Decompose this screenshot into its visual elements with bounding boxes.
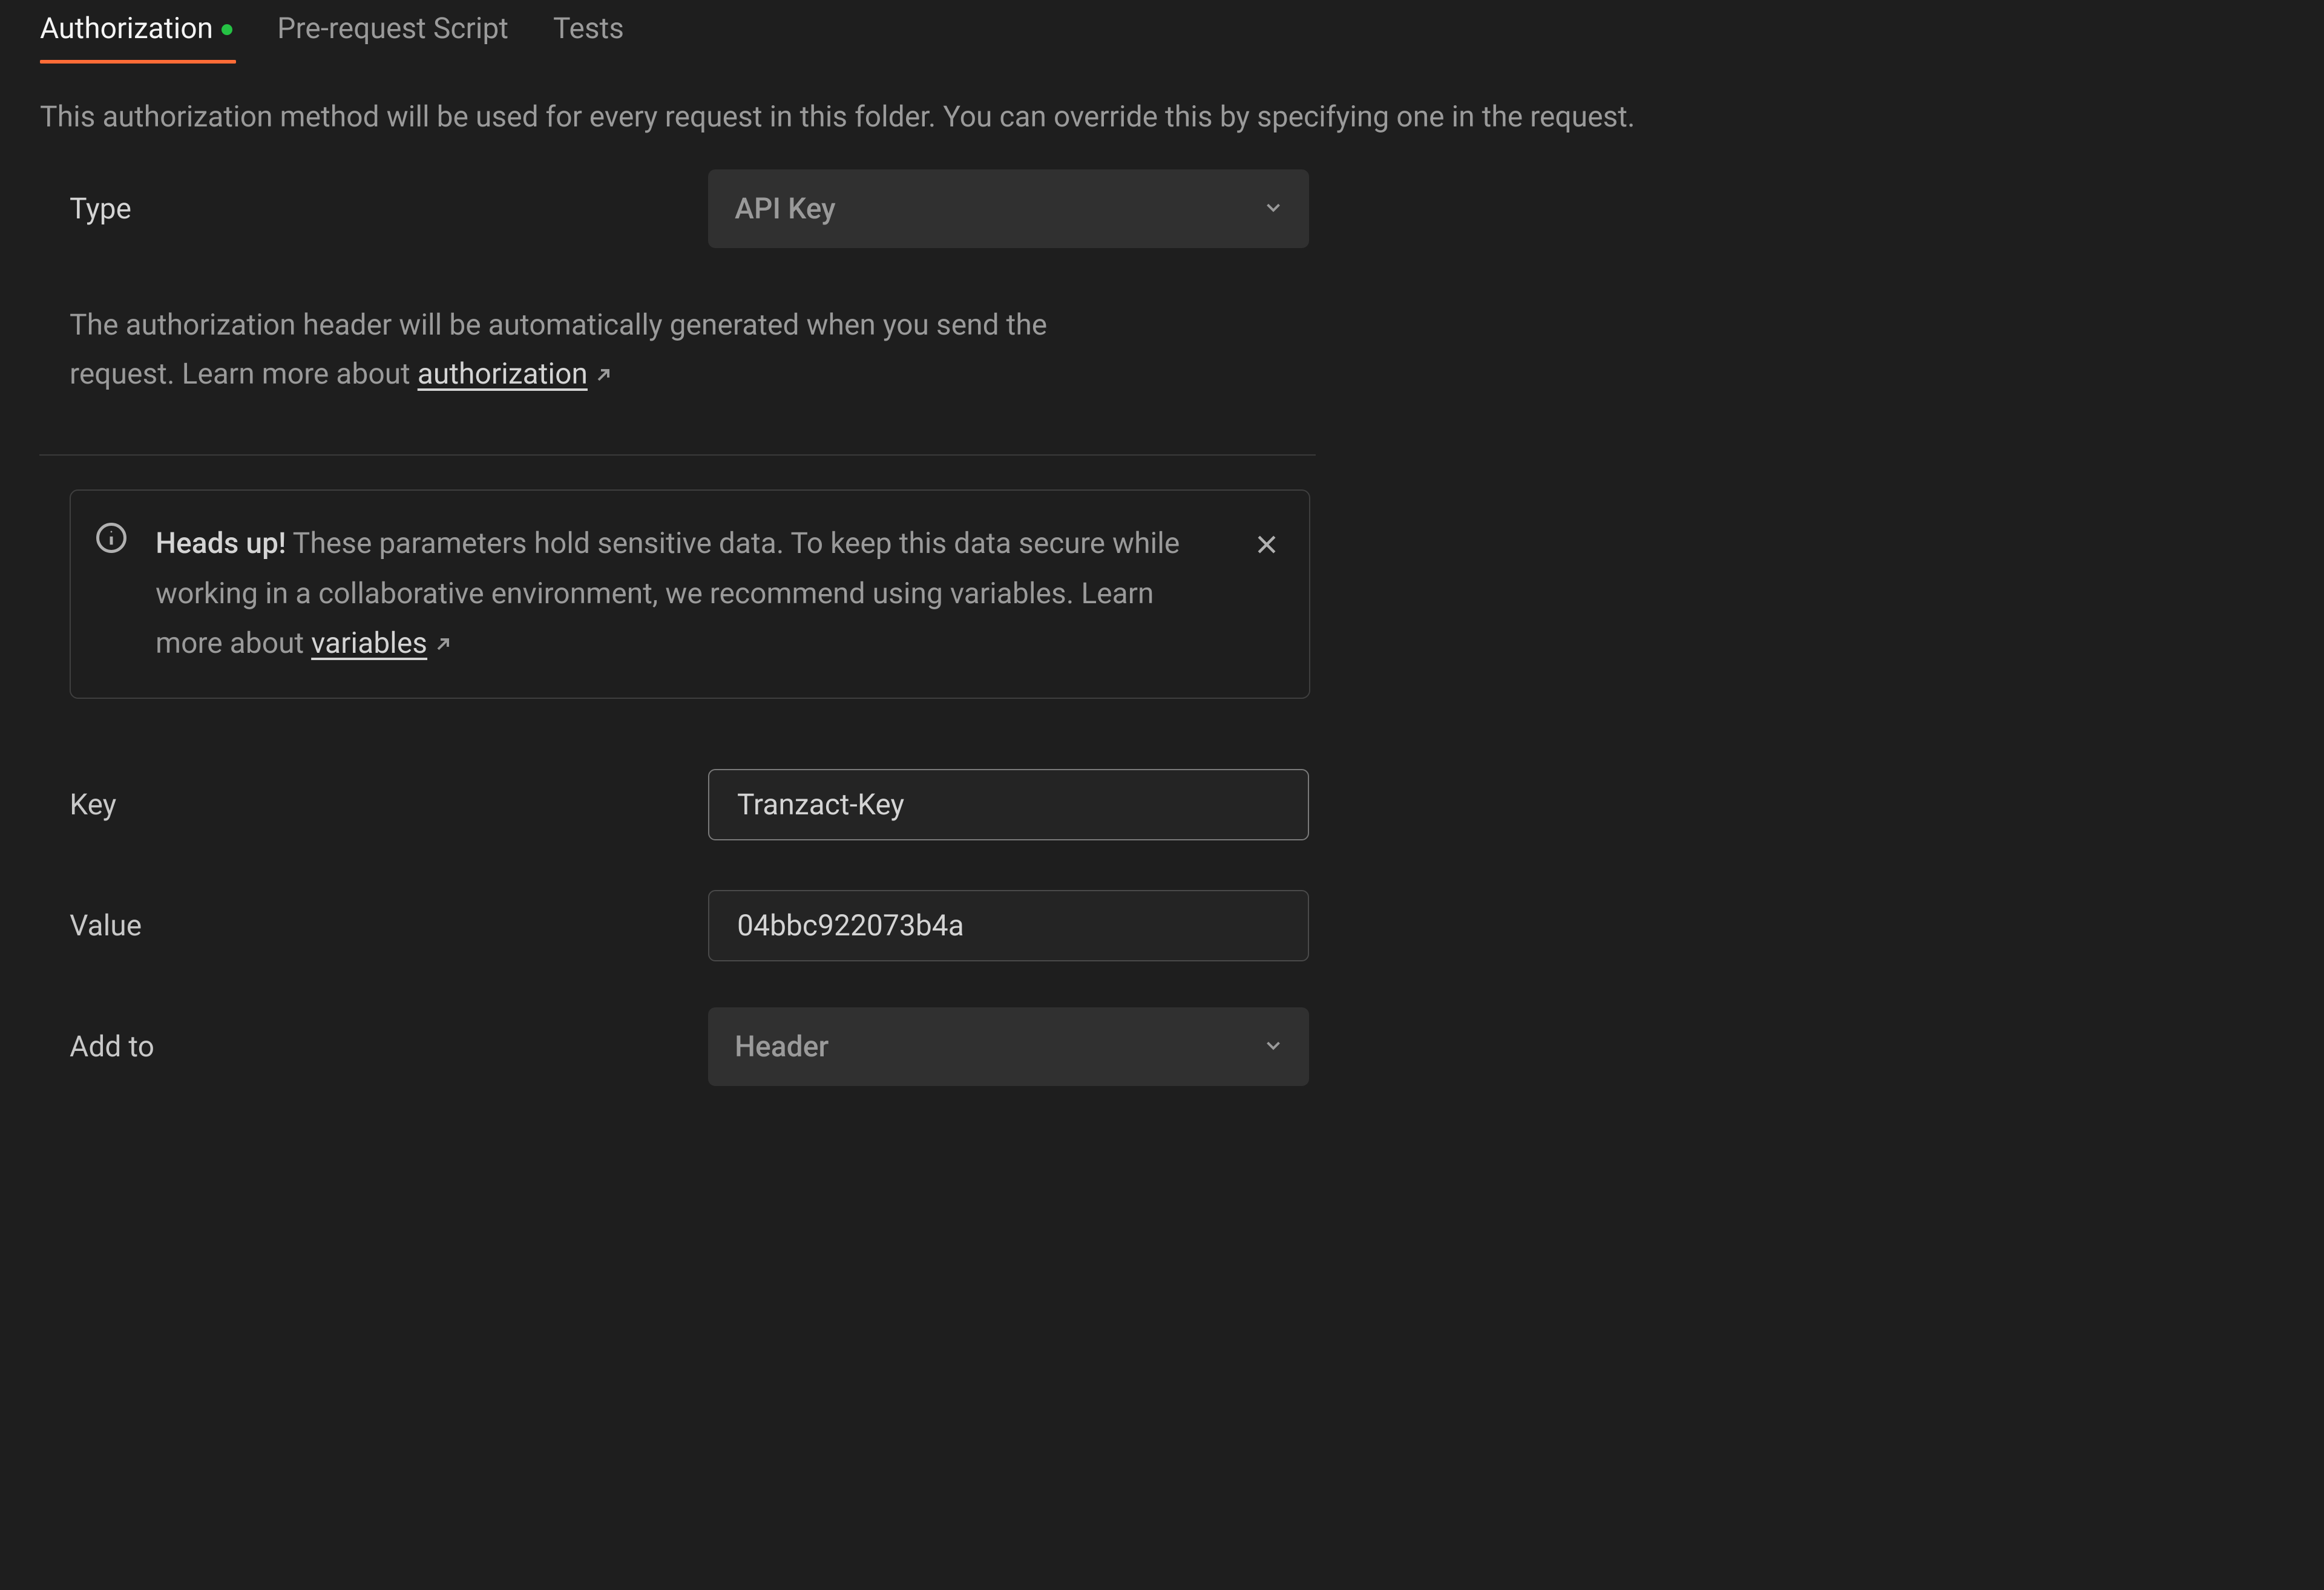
key-input[interactable] <box>708 769 1309 840</box>
notice-body: These parameters hold sensitive data. To… <box>156 526 1180 660</box>
auth-scope-description: This authorization method will be used f… <box>0 64 2324 163</box>
authorization-learn-more-link[interactable]: authorization <box>418 356 588 391</box>
tab-pre-request-label: Pre-request Script <box>277 11 508 45</box>
api-key-fields: Key Value Add to Header <box>70 765 1316 1086</box>
tab-tests-label: Tests <box>553 11 624 45</box>
close-icon <box>1253 531 1280 565</box>
notice-text: Heads up! These parameters hold sensitiv… <box>156 526 1180 660</box>
value-label: Value <box>70 908 708 943</box>
add-to-value: Header <box>735 1029 829 1064</box>
section-divider <box>39 454 1316 456</box>
tab-tests[interactable]: Tests <box>553 11 624 64</box>
external-link-icon <box>433 620 453 670</box>
tab-pre-request-script[interactable]: Pre-request Script <box>277 11 508 64</box>
chevron-down-icon <box>1262 196 1285 221</box>
add-to-row: Add to Header <box>70 1007 1316 1086</box>
tabs-bar: Authorization Pre-request Script Tests <box>0 0 2324 64</box>
auth-content: Type API Key The authorization header wi… <box>0 169 1356 1086</box>
add-to-select[interactable]: Header <box>708 1007 1309 1086</box>
auth-type-label: Type <box>70 191 708 226</box>
auth-type-value: API Key <box>735 191 836 226</box>
key-row: Key <box>70 765 1316 844</box>
sensitive-data-notice: Heads up! These parameters hold sensitiv… <box>70 489 1310 699</box>
add-to-label: Add to <box>70 1029 708 1064</box>
tab-authorization[interactable]: Authorization <box>40 11 232 64</box>
value-input[interactable] <box>708 890 1309 961</box>
tab-authorization-label: Authorization <box>40 11 213 45</box>
value-row: Value <box>70 886 1316 965</box>
chevron-down-icon <box>1262 1034 1285 1059</box>
variables-learn-more-link[interactable]: variables <box>311 626 427 660</box>
external-link-icon <box>594 350 613 400</box>
key-label: Key <box>70 787 708 822</box>
close-notice-button[interactable] <box>1249 519 1285 578</box>
auth-helper-text: The authorization header will be automat… <box>70 300 1159 400</box>
auth-type-select[interactable]: API Key <box>708 169 1309 248</box>
active-indicator-dot-icon <box>222 24 232 35</box>
auth-type-row: Type API Key <box>70 169 1316 248</box>
notice-strong: Heads up! <box>156 526 286 560</box>
info-icon <box>95 520 128 570</box>
